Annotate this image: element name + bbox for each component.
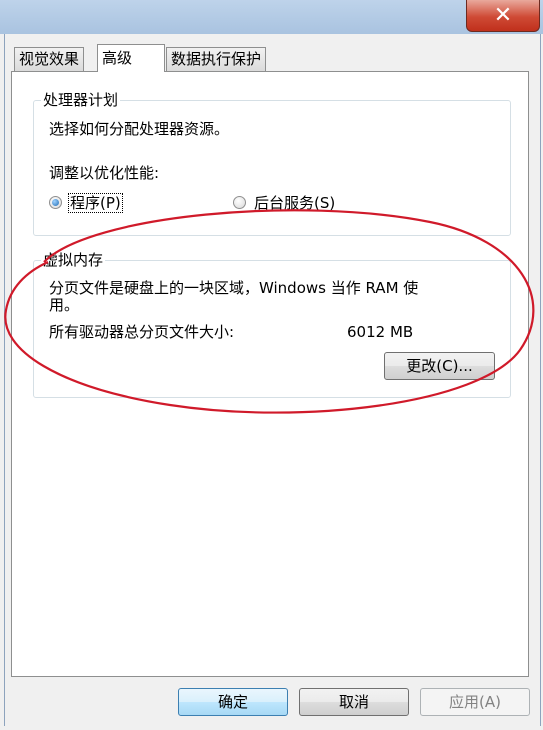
cancel-button[interactable]: 取消 <box>299 688 409 716</box>
tab-panel-advanced: 处理器计划 选择如何分配处理器资源。 调整以优化性能: 程序(P) 后台服务(S… <box>11 71 529 677</box>
tab-advanced[interactable]: 高级 <box>97 44 165 72</box>
tab-label: 数据执行保护 <box>171 50 262 68</box>
radio-button-checked[interactable] <box>49 196 62 209</box>
change-paging-file-button[interactable]: 更改(C)... <box>384 352 495 380</box>
radio-programs[interactable]: 程序(P) <box>49 193 139 213</box>
tab-label: 高级 <box>102 49 133 67</box>
tab-visual-effects[interactable]: 视觉效果 <box>14 47 85 71</box>
tab-data-execution-prevention[interactable]: 数据执行保护 <box>166 47 267 71</box>
group-title-virtual-memory: 虚拟内存 <box>41 251 106 269</box>
total-paging-file-value: 6012 MB <box>347 323 414 341</box>
button-label: 取消 <box>338 693 369 711</box>
tab-label: 视觉效果 <box>19 50 80 68</box>
title-bar: ✕ <box>0 0 543 34</box>
virtual-memory-description-line1: 分页文件是硬盘上的一块区域，Windows 当作 RAM 使 <box>49 279 419 297</box>
radio-background-services[interactable]: 后台服务(S) <box>233 193 363 213</box>
ok-button[interactable]: 确定 <box>178 688 288 716</box>
button-label: 更改(C)... <box>406 357 473 375</box>
radio-label-background: 后台服务(S) <box>254 194 336 212</box>
processor-description: 选择如何分配处理器资源。 <box>49 120 230 138</box>
adjust-label: 调整以优化性能: <box>49 164 160 182</box>
radio-label-programs: 程序(P) <box>68 193 123 213</box>
total-paging-file-label: 所有驱动器总分页文件大小: <box>49 323 235 341</box>
virtual-memory-description-line2: 用。 <box>49 296 80 314</box>
group-title-processor: 处理器计划 <box>41 91 121 109</box>
button-label: 确定 <box>217 693 248 711</box>
close-icon: ✕ <box>493 3 513 28</box>
close-button[interactable]: ✕ <box>466 0 540 32</box>
apply-button[interactable]: 应用(A) <box>420 688 530 716</box>
radio-button-unchecked[interactable] <box>233 196 246 209</box>
button-label: 应用(A) <box>449 693 501 711</box>
